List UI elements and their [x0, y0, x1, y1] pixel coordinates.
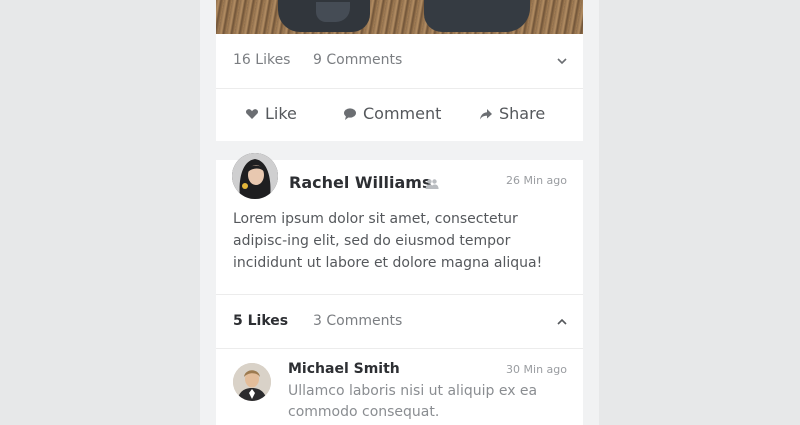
- comment-avatar-portrait: [233, 363, 271, 401]
- top-post-actions: Like Comment Share: [216, 89, 583, 141]
- comment-author-name[interactable]: Michael Smith: [288, 361, 400, 377]
- comment-avatar[interactable]: [233, 363, 271, 401]
- divider: [216, 348, 583, 349]
- phone-screen: 16 Likes 9 Comments Like Comment Share R…: [200, 0, 599, 425]
- top-post-stats: 16 Likes 9 Comments: [216, 34, 583, 89]
- post-card: Rachel Williams 26 Min ago Lorem ipsum d…: [216, 153, 583, 425]
- post-photo[interactable]: [216, 0, 583, 34]
- heart-icon: [245, 108, 259, 119]
- speech-bubble-icon: [344, 107, 356, 120]
- post-likes-count[interactable]: 5 Likes: [233, 313, 288, 329]
- chevron-up-icon[interactable]: [557, 317, 567, 327]
- friends-icon: [425, 179, 439, 189]
- comment-button[interactable]: Comment: [343, 104, 441, 123]
- comment-label: Comment: [363, 104, 442, 123]
- comment-timestamp: 30 Min ago: [506, 363, 567, 376]
- share-arrow-icon: [480, 108, 492, 119]
- photo-jeans-right: [424, 0, 530, 32]
- like-label: Like: [265, 104, 297, 123]
- chevron-down-icon[interactable]: [557, 56, 567, 66]
- comments-count[interactable]: 9 Comments: [313, 52, 402, 68]
- post-comments-count[interactable]: 3 Comments: [313, 313, 402, 329]
- share-button[interactable]: Share: [479, 104, 545, 123]
- post-author-name[interactable]: Rachel Williams: [289, 173, 431, 192]
- share-label: Share: [499, 104, 546, 123]
- like-button[interactable]: Like: [245, 104, 297, 123]
- comment-body: Ullamco laboris nisi ut aliquip ex ea co…: [288, 383, 538, 420]
- post-body: Lorem ipsum dolor sit amet, consectetur …: [233, 211, 543, 271]
- likes-count[interactable]: 16 Likes: [233, 52, 290, 68]
- avatar-portrait: [232, 153, 278, 199]
- divider: [216, 294, 583, 295]
- avatar[interactable]: [232, 153, 278, 199]
- post-timestamp: 26 Min ago: [506, 174, 567, 187]
